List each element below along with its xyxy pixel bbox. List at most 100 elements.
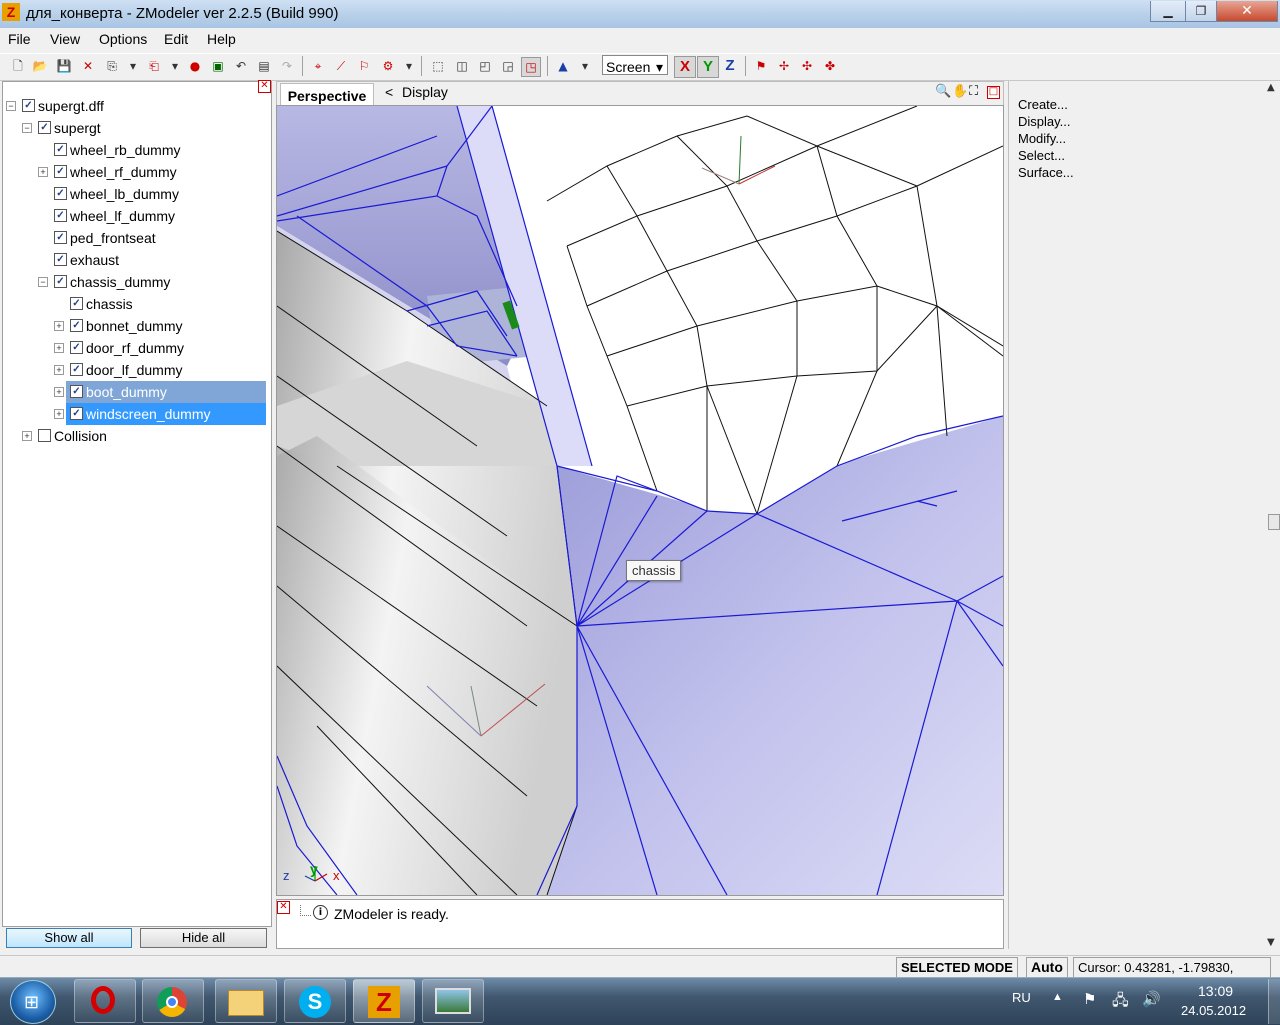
collapse-icon[interactable]: − <box>38 277 48 287</box>
visibility-checkbox[interactable]: ✓ <box>22 99 35 112</box>
start-button[interactable]: ⊞ <box>10 980 56 1024</box>
select-vertex-icon[interactable]: ⌖ <box>309 57 327 75</box>
coordinate-system-select[interactable]: Screen ▾ <box>602 55 668 75</box>
scroll-up-icon[interactable]: ▲ <box>1267 82 1275 93</box>
new-file-icon[interactable]: 🗋 <box>9 57 27 75</box>
open-file-icon[interactable]: 📂 <box>31 57 49 75</box>
select-object-icon[interactable]: ⚙ <box>379 57 397 75</box>
menu-options[interactable]: Options <box>99 31 147 47</box>
tree-item[interactable]: + Collision <box>4 425 268 447</box>
render-icon[interactable]: ▣ <box>209 57 227 75</box>
clock-date[interactable]: 24.05.2012 <box>1181 1003 1246 1018</box>
pan-hand-icon[interactable]: ✋ <box>952 84 968 99</box>
undo-icon[interactable]: ↶ <box>232 57 250 75</box>
visibility-checkbox[interactable]: ✓ <box>54 231 67 244</box>
tab-perspective[interactable]: Perspective <box>280 83 374 106</box>
expand-icon[interactable]: + <box>54 409 64 419</box>
view-top-icon[interactable]: ◰ <box>476 57 494 75</box>
tree-item-row[interactable]: ✓ wheel_rb_dummy <box>50 139 266 161</box>
dropdown-arrow-icon[interactable]: ▾ <box>170 57 180 75</box>
tree-item-row[interactable]: ✓ door_lf_dummy <box>66 359 266 381</box>
dropdown-arrow-icon[interactable]: ▾ <box>580 57 590 75</box>
language-indicator[interactable]: RU <box>1012 990 1031 1005</box>
tree-item-row[interactable]: ✓ wheel_rf_dummy <box>50 161 266 183</box>
visibility-checkbox[interactable]: ✓ <box>54 275 67 288</box>
minimize-button[interactable]: ▁ <box>1150 1 1186 22</box>
tree-item-row[interactable]: ✓ chassis <box>66 293 266 315</box>
tree-item[interactable]: − ✓ supergt <box>4 117 268 139</box>
visibility-checkbox[interactable]: ✓ <box>54 165 67 178</box>
view-perspective-icon[interactable]: ◳ <box>521 57 541 77</box>
tree-item-row[interactable]: ✓ wheel_lb_dummy <box>50 183 266 205</box>
tree-item-row[interactable]: ✓ chassis_dummy <box>50 271 266 293</box>
expand-icon[interactable]: + <box>54 365 64 375</box>
export-icon[interactable]: ⎗ <box>145 57 163 75</box>
taskbar-image-viewer[interactable] <box>422 979 484 1023</box>
close-viewport-icon[interactable]: □ <box>987 86 1000 99</box>
hide-all-button[interactable]: Hide all <box>140 928 267 948</box>
visibility-checkbox[interactable]: ✓ <box>54 187 67 200</box>
command-display[interactable]: Display... <box>1018 114 1071 129</box>
taskbar-opera[interactable] <box>74 979 136 1023</box>
delete-icon[interactable]: ✕ <box>79 57 97 75</box>
close-button[interactable]: ✕ <box>1216 1 1278 22</box>
dropdown-arrow-icon[interactable]: ▾ <box>128 57 138 75</box>
expand-icon[interactable]: + <box>54 343 64 353</box>
save-icon[interactable]: 💾 <box>55 57 73 75</box>
taskbar-explorer[interactable] <box>215 979 277 1023</box>
view-side-icon[interactable]: ◫ <box>453 57 471 75</box>
visibility-checkbox[interactable]: ✓ <box>70 297 83 310</box>
tree-item[interactable]: + ✓ boot_dummy <box>4 381 268 403</box>
record-icon[interactable]: ● <box>186 57 204 75</box>
command-select[interactable]: Select... <box>1018 148 1065 163</box>
visibility-checkbox[interactable]: ✓ <box>54 253 67 266</box>
axis-y-toggle[interactable]: Y <box>697 56 719 78</box>
redo-icon[interactable]: ↷ <box>278 57 296 75</box>
rotate-axis-icon[interactable]: ✣ <box>798 57 816 75</box>
taskbar-chrome[interactable] <box>142 979 204 1023</box>
move-axis-icon[interactable]: ✢ <box>775 57 793 75</box>
visibility-checkbox[interactable] <box>38 429 51 442</box>
tree-item[interactable]: + ✓ door_rf_dummy <box>4 337 268 359</box>
pivot-icon[interactable]: ▲ <box>554 57 572 75</box>
viewport-mode-label[interactable]: Display <box>402 84 448 100</box>
tree-item-row[interactable]: ✓ ped_frontseat <box>50 227 266 249</box>
axis-z-toggle[interactable]: Z <box>720 56 740 76</box>
taskbar-skype[interactable]: S <box>284 979 346 1023</box>
view-front-icon[interactable]: ⬚ <box>429 57 447 75</box>
tree-item[interactable]: ✓ wheel_rb_dummy <box>4 139 268 161</box>
maximize-button[interactable]: ❐ <box>1185 1 1217 22</box>
action-center-icon[interactable]: ⚑ <box>1083 990 1096 1008</box>
menu-help[interactable]: Help <box>207 31 236 47</box>
scroll-thumb[interactable] <box>1268 514 1280 530</box>
3d-viewport[interactable]: z y x <box>276 105 1004 896</box>
back-arrow-icon[interactable]: < <box>385 84 393 100</box>
visibility-checkbox[interactable]: ✓ <box>70 385 83 398</box>
visibility-checkbox[interactable]: ✓ <box>70 363 83 376</box>
command-modify[interactable]: Modify... <box>1018 131 1066 146</box>
view-user-icon[interactable]: ◲ <box>499 57 517 75</box>
tree-item[interactable]: + ✓ bonnet_dummy <box>4 315 268 337</box>
menu-edit[interactable]: Edit <box>164 31 188 47</box>
close-icon[interactable]: ✕ <box>277 901 290 914</box>
clock-time[interactable]: 13:09 <box>1198 983 1233 999</box>
tree-item-row[interactable]: ✓ supergt.dff <box>18 95 266 117</box>
expand-icon[interactable]: + <box>54 321 64 331</box>
fit-view-icon[interactable]: ⛶ <box>969 84 978 99</box>
snap-icon[interactable]: ⚑ <box>752 57 770 75</box>
select-edge-icon[interactable]: ⟋ <box>332 57 350 75</box>
tray-expand-icon[interactable]: ▲ <box>1052 991 1063 1003</box>
show-desktop-button[interactable] <box>1268 979 1280 1024</box>
tree-item[interactable]: ✓ exhaust <box>4 249 268 271</box>
menu-view[interactable]: View <box>50 31 80 47</box>
status-auto[interactable]: Auto <box>1026 957 1068 978</box>
import-icon[interactable]: ⎘ <box>103 57 121 75</box>
collapse-icon[interactable]: − <box>6 101 16 111</box>
command-surface[interactable]: Surface... <box>1018 165 1074 180</box>
app-icon[interactable]: Z <box>2 3 20 21</box>
taskbar-zmodeler[interactable]: Z <box>353 979 415 1023</box>
tree-item-row[interactable]: ✓ windscreen_dummy <box>66 403 266 425</box>
tree-item-row[interactable]: ✓ bonnet_dummy <box>66 315 266 337</box>
tree-item[interactable]: − ✓ chassis_dummy <box>4 271 268 293</box>
dropdown-arrow-icon[interactable]: ▾ <box>404 57 414 75</box>
